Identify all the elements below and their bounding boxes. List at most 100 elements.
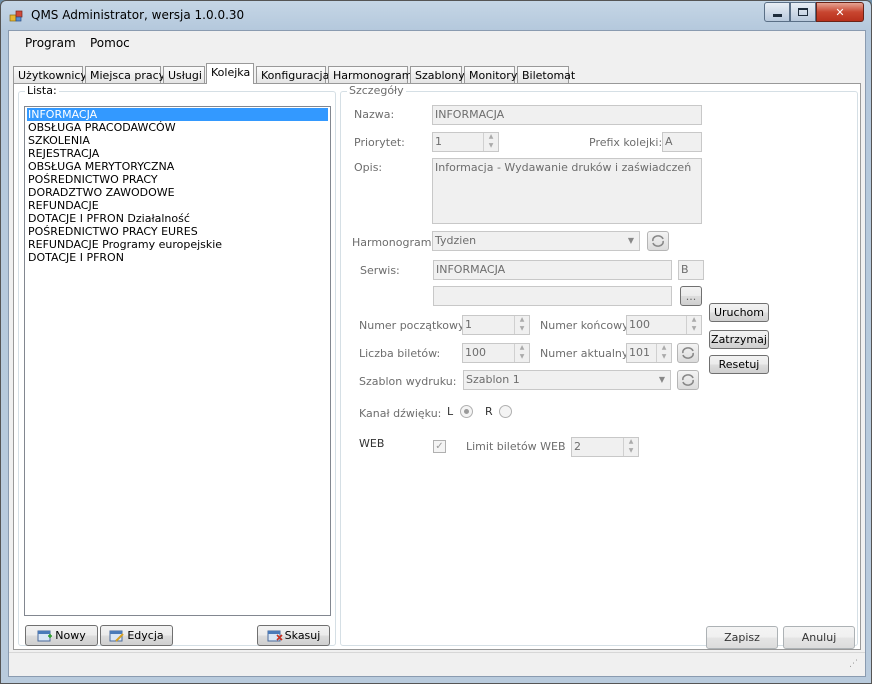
tab-biletomat[interactable]: Biletomat	[517, 66, 575, 84]
app-icon	[9, 10, 23, 22]
web-checkbox[interactable]: ✓	[433, 440, 446, 453]
zatrzymaj-button[interactable]: Zatrzymaj	[709, 330, 769, 349]
liczba-biletow-spin[interactable]: ▲ ▼	[514, 344, 529, 362]
edit-record-icon	[109, 630, 125, 642]
opis-label: Opis:	[354, 161, 383, 174]
chevron-down-icon: ▼	[627, 236, 635, 245]
new-record-icon	[37, 630, 53, 641]
priorytet-spin[interactable]: ▲ ▼	[483, 133, 498, 151]
tab-uzytkownicy[interactable]: Użytkownicy	[13, 66, 87, 84]
tab-page-kolejka: Lista: INFORMACJA OBSŁUGA PRACODAWCÓW SZKO…	[13, 83, 861, 650]
list-item[interactable]: INFORMACJA	[27, 108, 328, 121]
limit-spin[interactable]: ▲ ▼	[623, 438, 638, 456]
edit-button[interactable]: Edycja	[100, 625, 173, 646]
resize-grip-icon[interactable]: ⋰	[849, 660, 861, 673]
spin-up-icon: ▲	[691, 316, 697, 323]
tab-monitory[interactable]: Monitory	[464, 66, 517, 84]
close-icon: ✕	[835, 5, 845, 19]
list-item[interactable]: OBSŁUGA PRACODAWCÓW	[27, 121, 328, 134]
harmonogram-value: Tydzien	[435, 234, 477, 247]
tab-szablony[interactable]: Szablony	[410, 66, 465, 84]
list-item[interactable]: SZKOLENIA	[27, 134, 328, 147]
resetuj-button[interactable]: Resetuj	[709, 355, 769, 374]
limit-value: 2	[574, 440, 581, 453]
list-item[interactable]: POŚREDNICTWO PRACY	[27, 173, 328, 186]
menu-program[interactable]: Program	[23, 36, 78, 50]
close-button[interactable]: ✕	[816, 2, 864, 22]
list-item[interactable]: REFUNDACJE	[27, 199, 328, 212]
numer-aktualny-refresh-button[interactable]	[677, 343, 699, 363]
opis-textarea[interactable]: Informacja - Wydawanie druków i zaświadc…	[432, 158, 702, 224]
minimize-button[interactable]	[764, 2, 790, 22]
refresh-icon	[652, 235, 664, 247]
numer-koncowy-stepper[interactable]: 100 ▲ ▼	[626, 315, 702, 335]
serwis-secondary-field[interactable]	[433, 286, 672, 306]
list-item[interactable]: DORADZTWO ZAWODOWE	[27, 186, 328, 199]
uruchom-button[interactable]: Uruchom	[709, 303, 769, 322]
numer-poczatkowy-stepper[interactable]: 1 ▲ ▼	[462, 315, 530, 335]
limit-label: Limit biletów WEB	[466, 440, 566, 453]
list-item[interactable]: POŚREDNICTWO PRACY EURES	[27, 225, 328, 238]
prefix-field[interactable]: A	[662, 132, 702, 152]
spin-up-icon: ▲	[519, 316, 525, 323]
numer-koncowy-value: 100	[629, 318, 650, 331]
numer-koncowy-spin[interactable]: ▲ ▼	[686, 316, 701, 334]
szablon-refresh-button[interactable]	[677, 370, 699, 390]
new-button-label: Nowy	[55, 629, 86, 642]
tab-miejsca-pracy[interactable]: Miejsca pracy	[85, 66, 165, 84]
spin-down-icon: ▼	[628, 447, 634, 454]
maximize-button[interactable]	[790, 2, 816, 22]
prefix-label: Prefix kolejki:	[589, 136, 663, 149]
numer-poczatkowy-spin[interactable]: ▲ ▼	[514, 316, 529, 334]
priorytet-stepper[interactable]: 1 ▲ ▼	[432, 132, 499, 152]
list-item[interactable]: REJESTRACJA	[27, 147, 328, 160]
tab-uslugi[interactable]: Usługi	[163, 66, 205, 84]
spin-down-icon: ▼	[661, 353, 667, 360]
harmonogram-select[interactable]: Tydzien ▼	[432, 231, 640, 251]
window-title: QMS Administrator, wersja 1.0.0.30	[31, 8, 245, 22]
numer-aktualny-stepper[interactable]: 101 ▲ ▼	[626, 343, 672, 363]
numer-poczatkowy-label: Numer początkowy:	[359, 319, 468, 332]
list-item[interactable]: OBSŁUGA MERYTORYCZNA	[27, 160, 328, 173]
menu-pomoc[interactable]: Pomoc	[88, 36, 132, 50]
tab-harmonogramy[interactable]: Harmonogramy	[328, 66, 419, 84]
spin-down-icon: ▼	[519, 325, 525, 332]
kanal-r-radio[interactable]	[499, 405, 512, 418]
harmonogram-label: Harmonogram:	[352, 236, 436, 249]
delete-button[interactable]: Skasuj	[257, 625, 330, 646]
web-label: WEB	[359, 437, 385, 450]
cancel-button[interactable]: Anuluj	[783, 626, 855, 649]
queue-listbox[interactable]: INFORMACJA OBSŁUGA PRACODAWCÓW SZKOLENIA RE…	[24, 106, 331, 616]
liczba-biletow-stepper[interactable]: 100 ▲ ▼	[462, 343, 530, 363]
harmonogram-refresh-button[interactable]	[647, 231, 669, 251]
kanal-label: Kanał dźwięku:	[359, 407, 442, 420]
browse-button[interactable]: ...	[680, 286, 702, 306]
new-button[interactable]: Nowy	[25, 625, 98, 646]
list-item[interactable]: REFUNDACJE Programy europejskie	[27, 238, 328, 251]
refresh-icon	[682, 347, 694, 359]
app-window: QMS Administrator, wersja 1.0.0.30 ✕ Pro…	[0, 0, 872, 684]
spin-up-icon: ▲	[488, 133, 494, 140]
spin-up-icon: ▲	[519, 344, 525, 351]
szablon-select[interactable]: Szablon 1 ▼	[463, 370, 671, 390]
save-button[interactable]: Zapisz	[706, 626, 778, 649]
kanal-l-radio[interactable]	[460, 405, 473, 418]
delete-button-label: Skasuj	[284, 629, 321, 642]
list-item[interactable]: DOTACJE I PFRON Działalność	[27, 212, 328, 225]
minimize-icon	[772, 13, 782, 17]
nazwa-field[interactable]: INFORMACJA	[432, 105, 702, 125]
numer-poczatkowy-value: 1	[465, 318, 472, 331]
limit-stepper[interactable]: 2 ▲ ▼	[571, 437, 639, 457]
tab-kolejka[interactable]: Kolejka	[206, 63, 254, 84]
szablon-label: Szablon wydruku:	[359, 375, 457, 388]
tab-konfiguracja[interactable]: Konfiguracja	[256, 66, 329, 84]
kanal-l-label: L	[447, 405, 454, 418]
numer-aktualny-spin[interactable]: ▲ ▼	[656, 344, 671, 362]
serwis-code-field[interactable]: B	[678, 260, 704, 280]
menu-bar: Program Pomoc	[9, 31, 865, 56]
maximize-icon	[798, 8, 808, 16]
serwis-field[interactable]: INFORMACJA	[433, 260, 672, 280]
refresh-icon	[682, 374, 694, 386]
list-item[interactable]: DOTACJE I PFRON	[27, 251, 328, 264]
title-bar[interactable]: QMS Administrator, wersja 1.0.0.30 ✕	[1, 1, 871, 31]
